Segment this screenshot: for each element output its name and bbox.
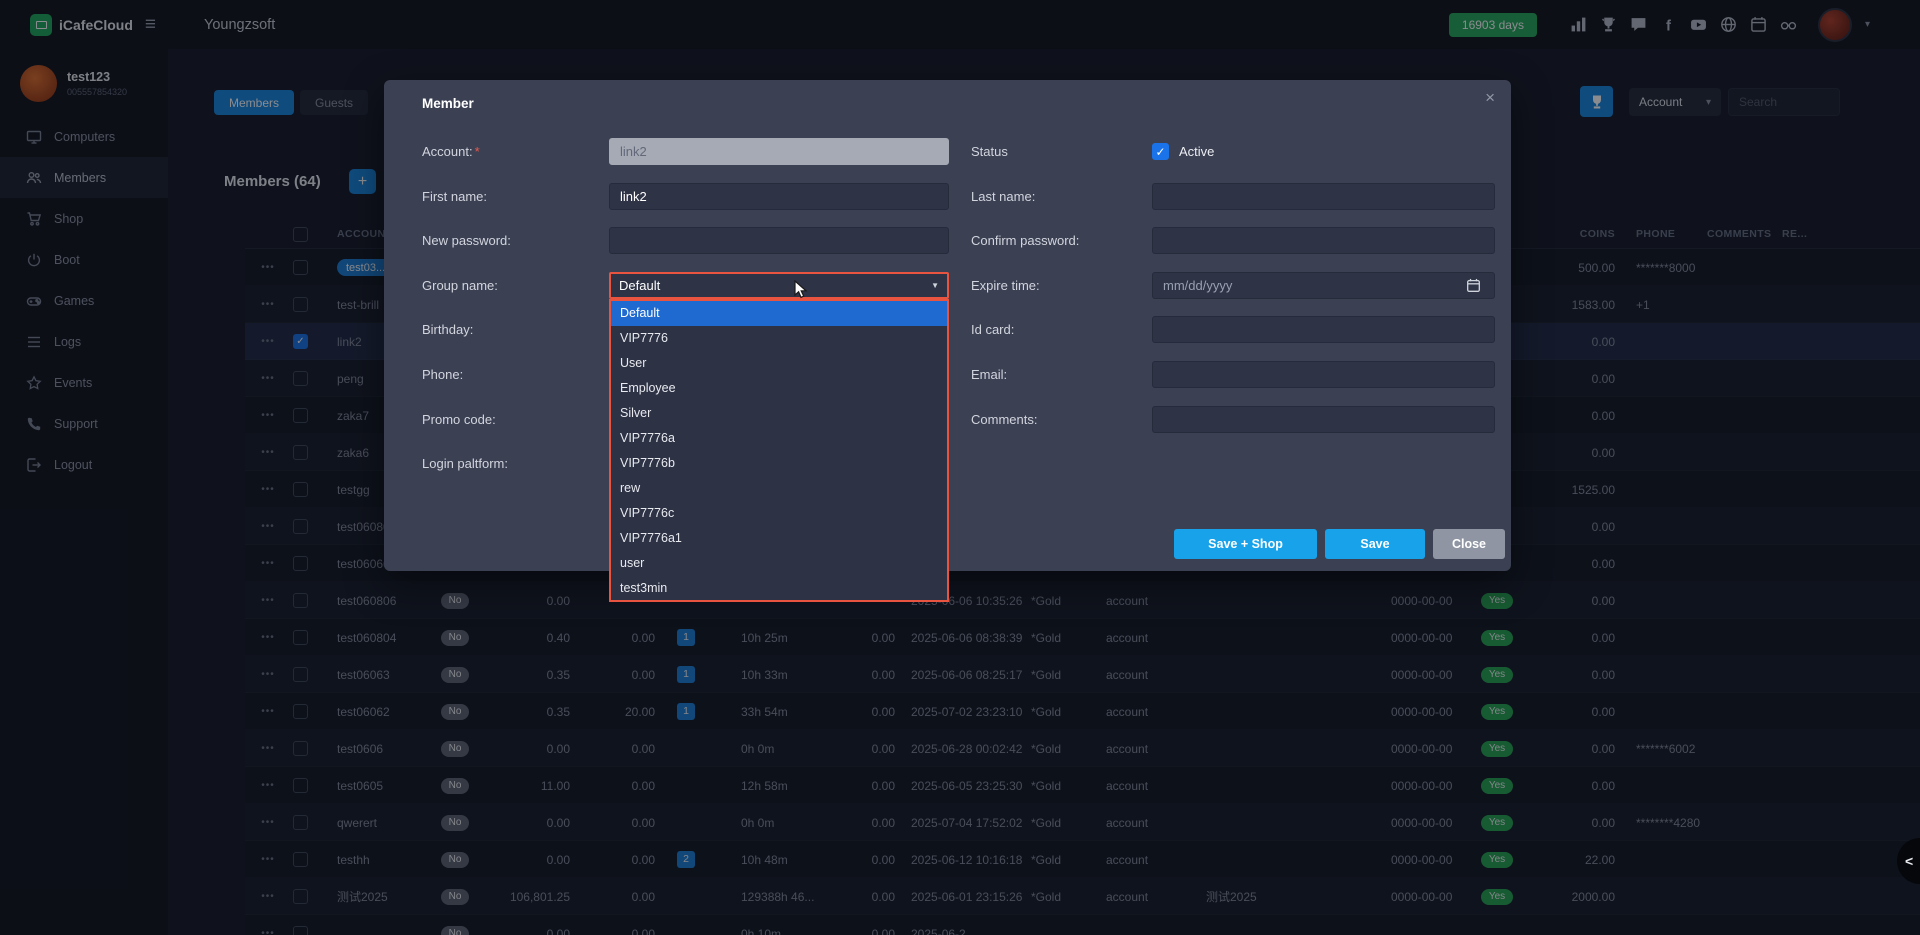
save-shop-button[interactable]: Save + Shop [1174, 529, 1317, 559]
last-name-input[interactable] [1152, 183, 1495, 210]
group-name-selected-value: Default [619, 278, 660, 293]
first-name-label: First name: [422, 183, 487, 210]
id-card-input[interactable] [1152, 316, 1495, 343]
required-asterisk: * [475, 144, 480, 159]
comments-label: Comments: [971, 406, 1037, 433]
new-password-input[interactable] [609, 227, 949, 254]
email-input[interactable] [1152, 361, 1495, 388]
confirm-password-label: Confirm password: [971, 227, 1079, 254]
dropdown-option[interactable]: VIP7776a [611, 426, 947, 451]
save-button[interactable]: Save [1325, 529, 1425, 559]
new-password-label: New password: [422, 227, 511, 254]
group-name-label: Group name: [422, 272, 498, 299]
dropdown-option[interactable]: test3min [611, 575, 947, 600]
group-name-dropdown-list: Default VIP7776 User Employee Silver VIP… [609, 299, 949, 602]
select-arrow-icon: ▼ [931, 281, 939, 290]
dropdown-option-default[interactable]: Default [611, 301, 947, 326]
promo-code-label: Promo code: [422, 406, 496, 433]
modal-buttons: Save + Shop Save Close [1174, 529, 1505, 559]
email-label: Email: [971, 361, 1007, 388]
close-button[interactable]: Close [1433, 529, 1505, 559]
dropdown-option[interactable]: user [611, 550, 947, 575]
calendar-icon[interactable] [1466, 278, 1481, 298]
close-icon[interactable]: × [1485, 88, 1495, 108]
last-name-label: Last name: [971, 183, 1035, 210]
modal-title: Member [422, 96, 474, 111]
login-platform-label: Login paltform: [422, 450, 508, 477]
dropdown-option[interactable]: User [611, 351, 947, 376]
expire-time-input[interactable] [1152, 272, 1495, 299]
dropdown-option[interactable]: Silver [611, 401, 947, 426]
dropdown-option[interactable]: Employee [611, 376, 947, 401]
dropdown-option[interactable]: VIP7776a1 [611, 525, 947, 550]
active-checkbox-label: Active [1179, 138, 1214, 165]
comments-input[interactable] [1152, 406, 1495, 433]
dropdown-option[interactable]: rew [611, 475, 947, 500]
confirm-password-input[interactable] [1152, 227, 1495, 254]
dropdown-option[interactable]: VIP7776b [611, 451, 947, 476]
dropdown-option[interactable]: VIP7776 [611, 326, 947, 351]
active-checkbox[interactable]: ✓ [1152, 143, 1169, 160]
dropdown-option[interactable]: VIP7776c [611, 500, 947, 525]
group-name-select[interactable]: Default ▼ [609, 272, 949, 299]
status-label: Status [971, 138, 1008, 165]
birthday-label: Birthday: [422, 316, 473, 343]
first-name-input[interactable] [609, 183, 949, 210]
account-label: Account:* [422, 138, 480, 165]
phone-label: Phone: [422, 361, 463, 388]
expire-time-label: Expire time: [971, 272, 1040, 299]
id-card-label: Id card: [971, 316, 1014, 343]
account-input [609, 138, 949, 165]
chevron-left-icon: < [1905, 853, 1913, 869]
